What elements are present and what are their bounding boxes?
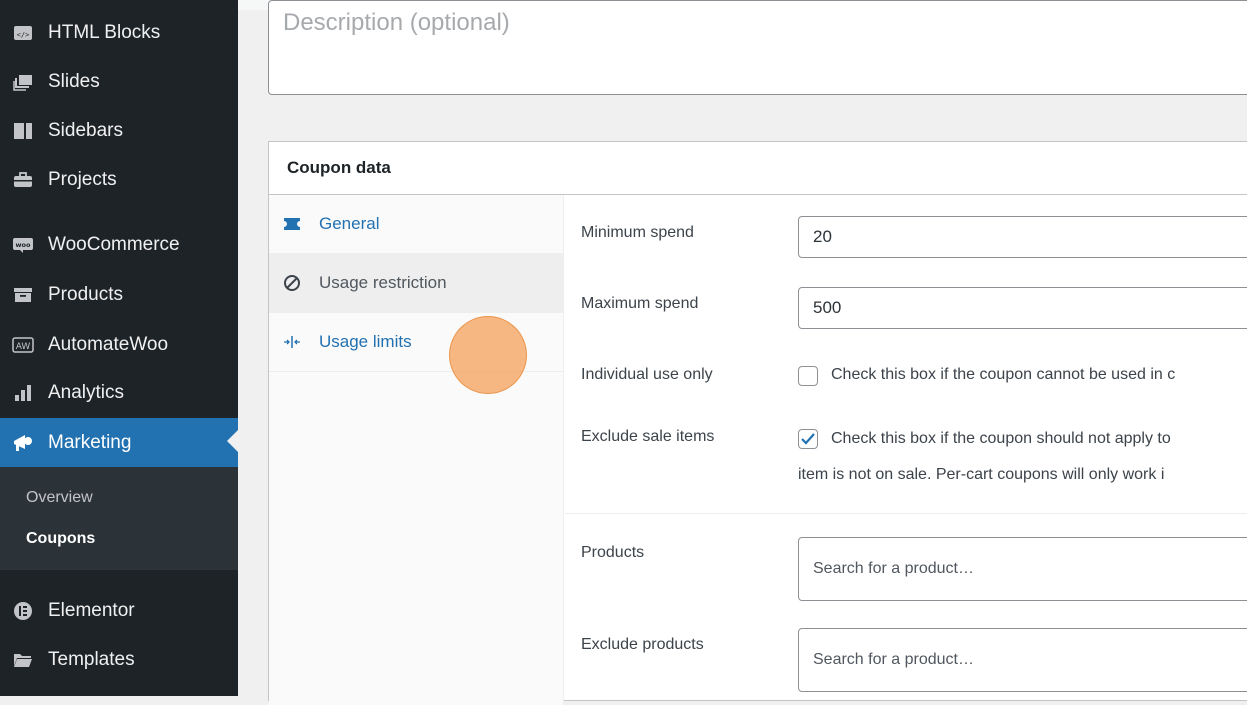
elementor-icon (12, 600, 34, 622)
max-spend-label: Maximum spend (581, 295, 699, 312)
sidebar-item-label: Projects (48, 169, 117, 190)
sidebar-item-analytics[interactable]: Analytics (0, 370, 238, 416)
sidebar-item-products[interactable]: Products (0, 272, 238, 318)
description-placeholder: Description (optional) (283, 9, 510, 36)
tab-general[interactable]: General (269, 195, 564, 254)
panel-title: Coupon data (287, 158, 391, 177)
svg-text:woo: woo (16, 241, 31, 249)
min-spend-value: 20 (813, 227, 832, 246)
bar-chart-icon (12, 382, 34, 404)
max-spend-value: 500 (813, 298, 842, 317)
aw-icon: AW (12, 334, 34, 356)
tab-label: Usage restriction (319, 273, 447, 292)
sidebar-item-elementor[interactable]: Elementor (0, 588, 238, 634)
woo-icon: woo (12, 234, 34, 256)
coupon-data-panel: Coupon data General Usage restriction Us… (268, 141, 1247, 705)
coupon-tabs: General Usage restriction Usage limits (269, 195, 564, 705)
sidebar-item-html-blocks[interactable]: </> HTML Blocks (0, 10, 238, 56)
svg-text:</>: </> (17, 31, 30, 39)
block-icon (283, 274, 301, 292)
sidebar-item-projects[interactable]: Projects (0, 157, 238, 203)
sidebar-item-label: AutomateWoo (48, 334, 169, 355)
click-indicator (449, 316, 527, 394)
exclude-products-placeholder: Search for a product… (813, 651, 974, 668)
products-placeholder: Search for a product… (813, 560, 974, 577)
tab-label: General (319, 214, 380, 233)
description-textarea[interactable]: Description (optional) (268, 0, 1247, 95)
archive-icon (12, 284, 34, 306)
sidebar-item-label: Sidebars (48, 120, 123, 141)
submenu-coupons[interactable]: Coupons (26, 530, 95, 548)
usage-restriction-fields: Minimum spend 20 Maximum spend 500 Indiv… (565, 195, 1247, 705)
sidebar-item-label: Marketing (48, 431, 132, 453)
briefcase-icon (12, 169, 34, 191)
tab-usage-restriction[interactable]: Usage restriction (269, 254, 564, 313)
sidebar-item-automatewoo[interactable]: AW AutomateWoo (0, 322, 238, 368)
sidebar-item-sidebars[interactable]: Sidebars (0, 108, 238, 154)
exclude-sale-text-cont: item is not on sale. Per-cart coupons wi… (798, 466, 1165, 483)
checkmark-icon (801, 433, 815, 445)
html-blocks-icon: </> (12, 22, 34, 44)
max-spend-input[interactable]: 500 (798, 287, 1247, 329)
sidebar-item-slides[interactable]: Slides (0, 59, 238, 105)
ticket-icon (283, 215, 301, 233)
exclude-sale-checkbox[interactable] (798, 429, 818, 449)
exclude-sale-label: Exclude sale items (581, 428, 715, 445)
sidebar-item-label: WooCommerce (48, 234, 180, 255)
products-search-input[interactable]: Search for a product… (798, 537, 1247, 601)
marketing-submenu: Overview Coupons (0, 467, 238, 570)
section-divider (565, 513, 1247, 514)
individual-use-text: Check this box if the coupon cannot be u… (831, 366, 1176, 383)
sidebars-icon (12, 120, 34, 142)
slides-icon (12, 71, 34, 93)
panel-header: Coupon data (269, 142, 1247, 195)
sidebar-item-label: Templates (48, 649, 135, 670)
sidebar-item-label: HTML Blocks (48, 22, 161, 43)
admin-sidebar: </> HTML Blocks Slides Sidebars Projects… (0, 0, 238, 696)
min-spend-input[interactable]: 20 (798, 216, 1247, 258)
limits-icon (283, 333, 301, 351)
exclude-products-label: Exclude products (581, 636, 704, 653)
sidebar-item-marketing[interactable]: Marketing (0, 418, 238, 467)
active-indicator (227, 430, 238, 452)
min-spend-label: Minimum spend (581, 224, 694, 241)
sidebar-item-label: Products (48, 284, 123, 305)
sidebar-item-templates[interactable]: Templates (0, 637, 238, 683)
sidebar-item-woocommerce[interactable]: woo WooCommerce (0, 222, 238, 268)
products-label: Products (581, 544, 645, 561)
tab-label: Usage limits (319, 332, 412, 351)
individual-use-checkbox[interactable] (798, 366, 818, 386)
megaphone-icon (12, 432, 34, 454)
submenu-overview[interactable]: Overview (26, 489, 93, 507)
exclude-sale-text: Check this box if the coupon should not … (831, 430, 1171, 447)
individual-use-label: Individual use only (581, 366, 713, 383)
sidebar-item-label: Elementor (48, 600, 135, 621)
svg-text:AW: AW (16, 342, 31, 352)
folder-icon (12, 649, 34, 671)
sidebar-item-label: Analytics (48, 382, 125, 403)
sidebar-item-label: Slides (48, 71, 100, 92)
exclude-products-search-input[interactable]: Search for a product… (798, 628, 1247, 692)
